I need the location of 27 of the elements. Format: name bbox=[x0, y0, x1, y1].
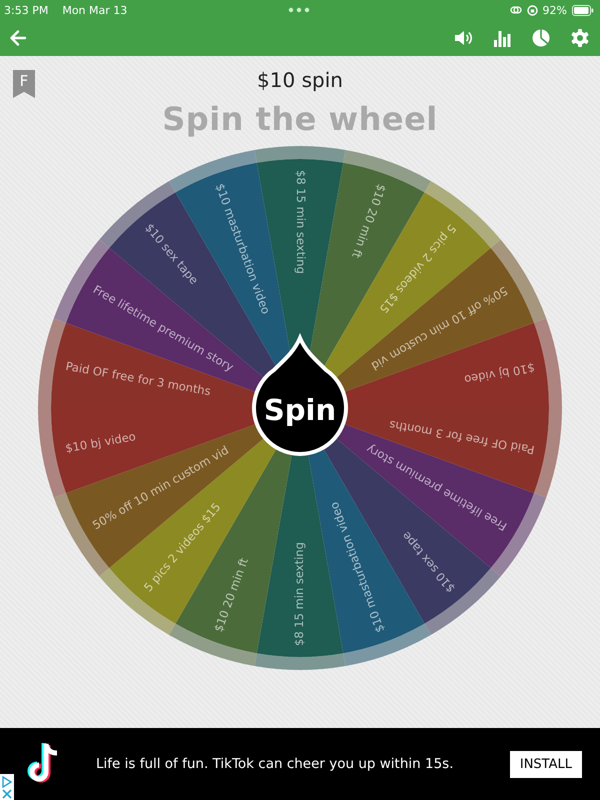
rotation-lock-icon bbox=[526, 4, 538, 16]
segment-label: $10 bj video bbox=[463, 360, 536, 387]
back-icon[interactable] bbox=[8, 28, 28, 48]
wheel-subtitle: $10 spin bbox=[257, 68, 343, 92]
segment-label: $8 15 min sexting bbox=[292, 542, 306, 646]
status-date: Mon Mar 13 bbox=[62, 4, 128, 16]
settings-icon[interactable] bbox=[570, 28, 590, 48]
segment-label: Paid OF free for 3 months bbox=[388, 418, 536, 458]
bar-chart-icon[interactable] bbox=[492, 28, 512, 48]
spin-wheel[interactable] bbox=[36, 144, 564, 672]
ad-choices-icon[interactable] bbox=[0, 774, 14, 800]
segment-label: $8 15 min sexting bbox=[294, 170, 308, 274]
pie-chart-icon[interactable] bbox=[531, 28, 551, 48]
segment-label: $10 bj video bbox=[64, 429, 137, 456]
battery-percentage: 92% bbox=[542, 4, 567, 16]
battery-icon bbox=[572, 4, 594, 16]
volume-icon[interactable] bbox=[453, 28, 473, 48]
install-button[interactable]: INSTALL bbox=[510, 750, 582, 778]
ad-text: Life is full of fun. TikTok can cheer you up within 15s. bbox=[96, 756, 454, 772]
segment-label: Paid OF free for 3 months bbox=[64, 358, 212, 398]
segment-label: $10 20 min ft bbox=[211, 556, 251, 634]
spin-button[interactable]: Spin bbox=[252, 336, 348, 456]
multitask-dots-icon[interactable] bbox=[288, 7, 310, 13]
link-icon bbox=[510, 5, 522, 15]
segment-label: $10 20 min ft bbox=[349, 182, 389, 260]
status-time: 3:53 PM bbox=[4, 4, 48, 16]
wheel-title: Spin the wheel bbox=[162, 100, 438, 138]
